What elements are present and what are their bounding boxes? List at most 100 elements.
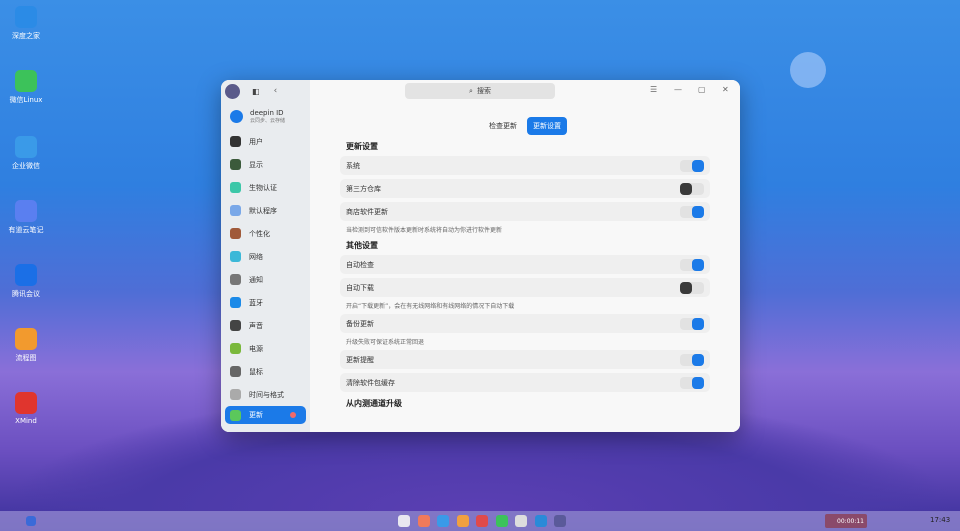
setting-label: 清除软件包缓存 [346,378,395,387]
desktop-icon[interactable]: 微信Linux [4,70,48,105]
setting-description: 开启“下载更新”，会在有无线网络和有线网络的情况下自动下载 [346,303,515,310]
sidebar-item-label: 生物认证 [249,183,277,192]
sidebar-item-icon [230,274,241,285]
sidebar-item-icon [230,251,241,262]
sidebar-item[interactable]: 声音 [221,314,310,337]
section-title: 其他设置 [346,241,378,250]
desktop-icon-label: 微信Linux [9,96,43,104]
sidebar-item-icon [230,409,241,421]
sidebar-item-label: 电源 [249,344,263,353]
setting-label: 第三方仓库 [346,184,381,193]
sidebar-item-icon [230,182,241,193]
sidebar-item[interactable]: 时间与格式 [221,383,310,406]
sidebar-item[interactable]: 默认程序 [221,199,310,222]
dock-app-icon[interactable] [456,515,469,527]
sidebar-item-icon [230,136,241,147]
toggle-knob [680,182,692,195]
desktop-icon[interactable]: 腾讯会议 [4,264,48,299]
setting-row: 自动检查 [340,255,710,274]
search-input[interactable]: ⌕ 搜索 [405,83,555,99]
launcher-icon[interactable] [26,516,36,526]
toggle-switch[interactable] [680,353,704,366]
sidebar-item-icon [230,159,241,170]
screen-record-indicator[interactable]: 00:00:11 [825,514,867,528]
desktop-icon-label: XMind [15,417,37,425]
toggle-switch[interactable] [680,281,704,294]
dock-app-icon[interactable] [495,515,508,527]
sidebar-item[interactable]: 通知 [221,268,310,291]
tab[interactable]: 检查更新 [483,117,523,135]
setting-row: 商店软件更新 [340,202,710,221]
desktop-icon-label: 腾讯会议 [12,290,40,298]
sidebar-item-label: 个性化 [249,229,270,238]
sidebar-item-icon [230,205,241,216]
taskbar: 00:00:11 17:43 [0,511,960,531]
tab[interactable]: 更新设置 [527,117,567,135]
sidebar-item[interactable]: 个性化 [221,222,310,245]
setting-description: 当检测到可信软件版本更新时系统将自动为你进行软件更新 [346,227,503,234]
sidebar-item[interactable]: 用户 [221,130,310,153]
desktop-icon[interactable]: 有道云笔记 [4,200,48,235]
menu-icon[interactable]: ☰ [650,85,657,94]
sidebar-item-icon [230,389,241,400]
sidebar-item-icon [230,343,241,354]
toggle-switch[interactable] [680,205,704,218]
dock-app-icon[interactable] [534,515,547,527]
clock[interactable]: 17:43 [930,516,950,524]
toggle-knob [692,376,704,389]
dock-app-icon[interactable] [417,515,430,527]
sidebar-item[interactable]: 蓝牙 [221,291,310,314]
sidebar-item[interactable]: 网络 [221,245,310,268]
desktop-icon-label: 有道云笔记 [8,226,44,234]
app-icon [15,392,37,414]
sidebar-item-label: 鼠标 [249,367,263,376]
main-panel: ⌕ 搜索 ☰ — ▢ ✕ 检查更新 更新设置 更新设置 系统 第三方仓库 商店软件更新 当检… [310,80,740,432]
toggle-switch[interactable] [680,182,704,195]
app-icon [15,6,37,28]
setting-row: 第三方仓库 [340,179,710,198]
toggle-switch[interactable] [680,258,704,271]
sidebar-item[interactable]: 生物认证 [221,176,310,199]
cloud-icon [230,109,243,123]
sidebar-toggle-icon[interactable]: ◧ [252,87,260,96]
app-icon [15,136,37,158]
record-time: 00:00:11 [837,517,864,525]
desktop-icon[interactable]: 企业微信 [4,136,48,171]
close-icon[interactable]: ✕ [722,85,729,94]
control-center-window: ◧ ‹ deepin ID 云同步、云存储 用户显示生物认证默认程序个性化网络通… [221,80,740,432]
sidebar-item[interactable]: 鼠标 [221,360,310,383]
toggle-switch[interactable] [680,376,704,389]
desktop-icon[interactable]: 深度之家 [4,6,48,41]
sidebar-item-label: 更新 [249,411,263,419]
sidebar-item-icon [230,228,241,239]
dock-app-icon[interactable] [515,515,527,527]
desktop-icon[interactable]: 流程图 [4,328,48,363]
minimize-icon[interactable]: — [674,85,682,94]
deepin-id-item[interactable]: deepin ID 云同步、云存储 [221,102,310,130]
dock-app-icon[interactable] [437,515,449,527]
maximize-icon[interactable]: ▢ [698,85,706,94]
app-icon [15,70,37,92]
toggle-switch[interactable] [680,317,704,330]
sidebar-item-icon [230,320,241,331]
desktop-icon[interactable]: XMind [4,392,48,425]
back-icon[interactable]: ‹ [274,86,278,96]
setting-row: 更新提醒 [340,350,710,369]
toggle-knob [692,317,704,330]
setting-row: 清除软件包缓存 [340,373,710,392]
sidebar-item[interactable]: 更新 [225,406,306,424]
control-center-logo-icon [225,83,240,99]
app-icon [15,200,37,222]
app-icon [15,328,37,350]
sidebar-item[interactable]: 显示 [221,153,310,176]
sidebar-item-icon [230,297,241,308]
dock-app-icon[interactable] [398,515,410,527]
sidebar-item[interactable]: 电源 [221,337,310,360]
dock-app-icon[interactable] [554,515,566,527]
setting-label: 更新提醒 [346,355,374,364]
app-icon [15,264,37,286]
sidebar: ◧ ‹ deepin ID 云同步、云存储 用户显示生物认证默认程序个性化网络通… [221,80,310,432]
sidebar-item-label: 用户 [249,137,263,146]
toggle-switch[interactable] [680,159,704,172]
dock-app-icon[interactable] [476,515,488,527]
